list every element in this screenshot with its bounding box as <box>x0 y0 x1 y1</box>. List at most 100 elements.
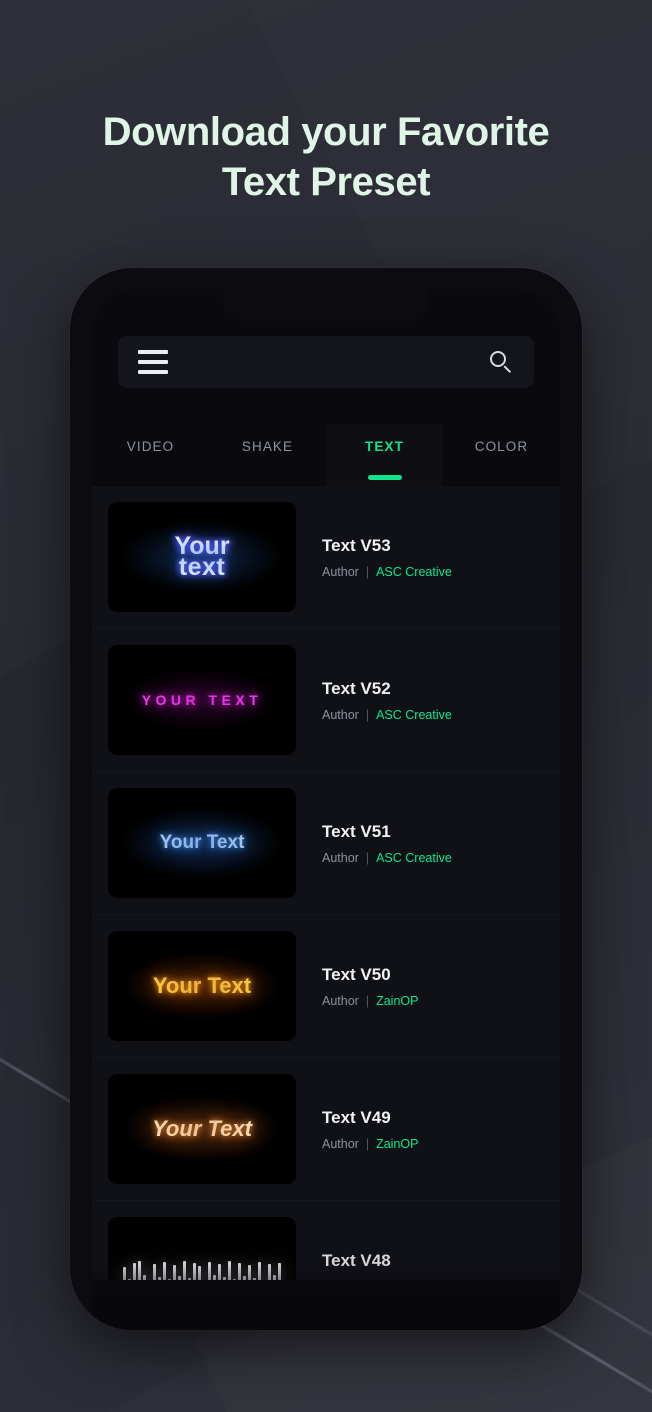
barcode-bar <box>228 1261 231 1280</box>
list-item[interactable]: Your text Text V53 Author | ASC Creative <box>92 486 560 629</box>
preset-thumbnail[interactable]: Your Text <box>108 1074 296 1184</box>
author-name[interactable]: ZainOP <box>376 1280 418 1281</box>
barcode-bar <box>213 1275 216 1280</box>
hamburger-bar <box>138 360 168 364</box>
author-label: Author <box>322 1280 359 1281</box>
barcode-bar <box>128 1279 131 1280</box>
barcode-bar <box>238 1263 241 1280</box>
thumbnail-glow <box>108 1074 296 1184</box>
barcode-bar <box>223 1277 226 1280</box>
barcode-bar <box>143 1275 146 1280</box>
headline-line-2: Text Preset <box>221 159 431 204</box>
barcode-bar <box>158 1277 161 1280</box>
tab-label: SHAKE <box>241 439 294 454</box>
preset-title: Text V53 <box>322 535 391 555</box>
barcode-bar <box>208 1262 211 1280</box>
author-label: Author <box>322 564 359 579</box>
category-tab-bar: VIDEO SHAKE TEXT COLOR <box>92 424 560 486</box>
preset-meta: Text V48 Author | ZainOP <box>322 1251 544 1281</box>
author-label: Author <box>322 707 359 722</box>
preset-thumbnail[interactable]: Your text <box>108 502 296 612</box>
author-label: Author <box>322 993 359 1008</box>
hamburger-menu-icon[interactable] <box>138 350 168 374</box>
barcode-bar <box>243 1276 246 1280</box>
author-divider: | <box>365 850 370 865</box>
thumbnail-glow <box>108 502 296 612</box>
preset-author-row: Author | ZainOP <box>322 994 544 1008</box>
phone-mockup-frame: VIDEO SHAKE TEXT COLOR Your text <box>70 268 582 1330</box>
barcode-bar <box>193 1263 196 1280</box>
barcode-bar <box>268 1264 271 1280</box>
thumbnail-glow <box>108 931 296 1041</box>
barcode-bar <box>163 1262 166 1280</box>
author-label: Author <box>322 850 359 865</box>
preset-thumbnail[interactable]: YOUR TEXT <box>108 645 296 755</box>
search-icon-handle <box>503 365 512 374</box>
barcode-bar <box>183 1261 186 1280</box>
barcode-bar <box>178 1276 181 1280</box>
hamburger-bar <box>138 350 168 354</box>
thumbnail-preview-barcode <box>123 1255 281 1280</box>
hamburger-bar <box>138 370 168 374</box>
list-item[interactable]: Your Text Text V50 Author | ZainOP <box>92 915 560 1058</box>
tab-text[interactable]: TEXT <box>326 424 443 486</box>
tab-shake[interactable]: SHAKE <box>209 424 326 486</box>
barcode-bar <box>233 1279 236 1280</box>
active-tab-indicator <box>367 475 402 480</box>
preset-list[interactable]: Your text Text V53 Author | ASC Creative <box>92 486 560 1280</box>
thumbnail-glow <box>108 645 296 755</box>
preset-meta: Text V53 Author | ASC Creative <box>322 536 544 579</box>
list-item[interactable]: Your Text Text V51 Author | ASC Creative <box>92 772 560 915</box>
thumbnail-glow <box>108 788 296 898</box>
tab-label: VIDEO <box>126 439 175 454</box>
barcode-bar <box>188 1278 191 1280</box>
barcode-bar <box>123 1267 126 1280</box>
preset-title: Text V52 <box>322 678 391 698</box>
author-divider: | <box>365 993 370 1008</box>
barcode-bar <box>278 1263 281 1280</box>
barcode-bar <box>198 1266 201 1280</box>
preset-meta: Text V52 Author | ASC Creative <box>322 679 544 722</box>
page-headline: Download your Favorite Text Preset <box>0 108 652 207</box>
author-name[interactable]: ASC Creative <box>376 851 452 865</box>
preset-meta: Text V50 Author | ZainOP <box>322 965 544 1008</box>
author-name[interactable]: ZainOP <box>376 994 418 1008</box>
list-item[interactable]: YOUR TEXT Text V52 Author | ASC Creative <box>92 629 560 772</box>
barcode-bar <box>248 1265 251 1280</box>
tab-label: COLOR <box>474 439 529 454</box>
preset-thumbnail[interactable]: Your Text <box>108 788 296 898</box>
preset-author-row: Author | ZainOP <box>322 1137 544 1151</box>
phone-screen: VIDEO SHAKE TEXT COLOR Your text <box>92 290 560 1330</box>
preset-author-row: Author | ZainOP <box>322 1280 544 1281</box>
preset-title: Text V50 <box>322 964 391 984</box>
barcode-bar <box>168 1279 171 1280</box>
tab-label: TEXT <box>365 439 404 454</box>
author-name[interactable]: ASC Creative <box>376 708 452 722</box>
preset-title: Text V51 <box>322 821 391 841</box>
preset-author-row: Author | ASC Creative <box>322 565 544 579</box>
barcode-bar <box>138 1261 141 1280</box>
preset-meta: Text V51 Author | ASC Creative <box>322 822 544 865</box>
tab-color[interactable]: COLOR <box>443 424 560 486</box>
preset-thumbnail[interactable] <box>108 1217 296 1280</box>
barcode-bar <box>133 1263 136 1280</box>
list-item[interactable]: Your Text Text V49 Author | ZainOP <box>92 1058 560 1201</box>
author-divider: | <box>366 1280 369 1281</box>
search-icon-ring <box>490 351 506 367</box>
author-divider: | <box>365 564 370 579</box>
preset-title: Text V49 <box>322 1107 391 1127</box>
author-name[interactable]: ZainOP <box>376 1137 418 1151</box>
author-name[interactable]: ASC Creative <box>376 565 452 579</box>
barcode-bar <box>173 1265 176 1280</box>
preset-author-row: Author | ASC Creative <box>322 851 544 865</box>
app-bar <box>118 336 534 388</box>
tab-video[interactable]: VIDEO <box>92 424 209 486</box>
search-icon[interactable] <box>488 349 514 375</box>
list-item[interactable]: Text V48 Author | ZainOP <box>92 1201 560 1280</box>
preset-meta: Text V49 Author | ZainOP <box>322 1108 544 1151</box>
preset-author-row: Author | ASC Creative <box>322 708 544 722</box>
preset-thumbnail[interactable]: Your Text <box>108 931 296 1041</box>
author-divider: | <box>365 1136 370 1151</box>
barcode-bar <box>253 1278 256 1280</box>
author-label: Author <box>322 1136 359 1151</box>
